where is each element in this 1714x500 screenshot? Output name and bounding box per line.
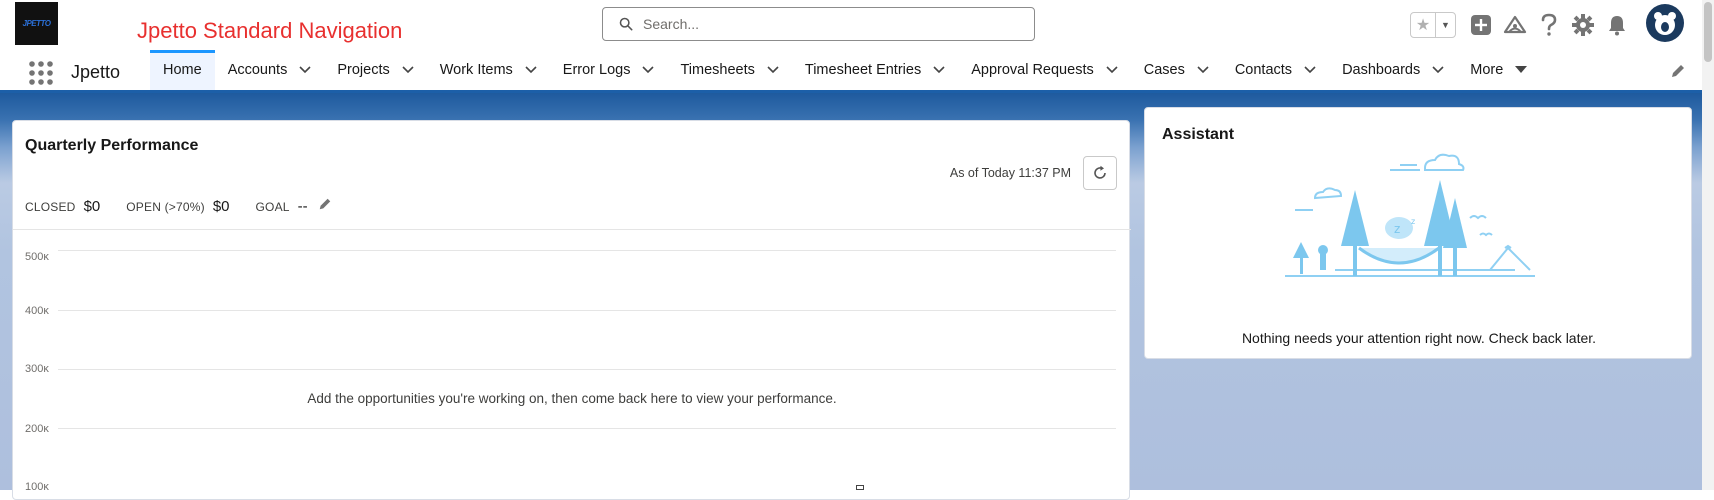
nav-tab-cases[interactable]: Cases [1131, 50, 1222, 90]
chevron-down-icon[interactable] [1197, 66, 1209, 74]
chevron-down-icon[interactable] [1106, 66, 1118, 74]
chevron-down-icon[interactable] [402, 66, 414, 74]
nav-tab-more[interactable]: More [1457, 50, 1540, 90]
card-title: Assistant [1162, 126, 1235, 143]
open-value: $0 [212, 198, 230, 215]
chevron-down-icon[interactable] [525, 66, 537, 74]
assistant-empty-message: Nothing needs your attention right now. … [1241, 330, 1597, 346]
caret-down-icon[interactable] [1515, 66, 1528, 74]
app-name: Jpetto [71, 62, 121, 82]
chevron-down-icon[interactable] [642, 66, 655, 74]
search-icon [619, 17, 633, 31]
gear-icon[interactable] [1570, 12, 1596, 38]
nav-tab-label: Dashboards [1342, 62, 1421, 78]
nav-tab-approval-requests[interactable]: Approval Requests [958, 50, 1131, 90]
nav-tab-label: Projects [337, 62, 390, 78]
card-title: Quarterly Performance [25, 137, 199, 154]
notifications-bell-icon[interactable] [1604, 12, 1630, 38]
nav-tab-label: Accounts [227, 62, 288, 78]
hammock-illustration: z z [1275, 150, 1545, 285]
chevron-down-icon[interactable] [1304, 66, 1316, 74]
y-tick-label: 400ĸ [25, 305, 49, 317]
quarterly-performance-card: Quarterly Performance As of Today 11:37 … [12, 120, 1131, 500]
gridline [58, 250, 1116, 251]
nav-tab-label: Error Logs [562, 62, 631, 78]
favorites-dropdown-icon[interactable]: ▼ [1435, 13, 1455, 37]
y-tick-label: 100ĸ [25, 481, 49, 493]
open-label: OPEN (>70%) [126, 200, 205, 214]
logo-text: JPETTO [22, 19, 51, 28]
y-tick-label: 500ĸ [25, 251, 49, 263]
chevron-down-icon[interactable] [1432, 66, 1444, 74]
nav-tab-label: Work Items [439, 62, 513, 78]
card-divider [13, 229, 1131, 230]
nav-tab-label: Contacts [1234, 62, 1293, 78]
help-icon[interactable] [1536, 12, 1562, 38]
nav-tab-label: Timesheets [680, 62, 755, 78]
svg-text:z: z [1394, 222, 1400, 236]
nav-tab-contacts[interactable]: Contacts [1222, 50, 1329, 90]
performance-metrics: CLOSED $0 OPEN (>70%) $0 GOAL -- [25, 197, 332, 215]
y-tick-label: 200ĸ [25, 423, 49, 435]
nav-tabs: Home Accounts Projects Work Items Error … [150, 50, 1540, 90]
assistant-card: Assistant z z Nothing needs your attenti… [1144, 107, 1692, 359]
global-search[interactable] [602, 7, 1035, 41]
refresh-button[interactable] [1083, 156, 1117, 190]
nav-tab-label: Home [163, 62, 202, 78]
search-input[interactable] [643, 16, 1003, 32]
chevron-down-icon[interactable] [767, 66, 779, 74]
nav-tab-error-logs[interactable]: Error Logs [550, 50, 668, 90]
svg-text:z: z [1411, 217, 1415, 226]
gridline [58, 369, 1116, 370]
refresh-icon [1094, 165, 1106, 179]
app-launcher-icon[interactable] [28, 60, 54, 86]
company-logo[interactable]: JPETTO [15, 2, 58, 45]
app-navigation-bar: Jpetto Home Accounts Projects Work Items… [0, 50, 1714, 93]
y-tick-label: 300ĸ [25, 363, 49, 375]
nav-tab-accounts[interactable]: Accounts [215, 50, 325, 90]
global-header: JPETTO Jpetto Standard Navigation ★ ▼ [0, 0, 1714, 50]
user-avatar[interactable] [1646, 4, 1684, 42]
nav-tab-projects[interactable]: Projects [324, 50, 426, 90]
chevron-down-icon[interactable] [933, 66, 945, 74]
performance-empty-message: Add the opportunities you're working on,… [307, 391, 837, 406]
nav-tab-home[interactable]: Home [150, 50, 215, 90]
edit-nav-pencil-icon[interactable] [1670, 63, 1686, 84]
edit-goal-pencil-icon[interactable] [318, 197, 332, 214]
nav-tab-label: More [1470, 62, 1504, 78]
goal-label: GOAL [255, 200, 290, 214]
gridline [58, 428, 1116, 429]
chevron-down-icon[interactable] [299, 66, 311, 74]
star-icon[interactable]: ★ [1411, 13, 1435, 37]
nav-tab-timesheet-entries[interactable]: Timesheet Entries [792, 50, 958, 90]
favorites-control[interactable]: ★ ▼ [1410, 12, 1456, 38]
trailhead-icon[interactable] [1502, 12, 1528, 38]
resize-handle[interactable] [856, 485, 864, 490]
global-actions-icon[interactable] [1468, 12, 1494, 38]
nav-tab-label: Cases [1143, 62, 1185, 78]
nav-tab-label: Approval Requests [971, 62, 1094, 78]
as-of-timestamp: As of Today 11:37 PM [949, 166, 1071, 180]
page-scrollbar[interactable] [1702, 0, 1714, 490]
scrollbar-thumb[interactable] [1704, 2, 1712, 62]
nav-tab-label: Timesheet Entries [804, 62, 922, 78]
nav-tab-work-items[interactable]: Work Items [427, 50, 550, 90]
closed-value: $0 [83, 198, 101, 215]
goal-value: -- [297, 198, 308, 215]
gridline [58, 310, 1116, 311]
nav-tab-timesheets[interactable]: Timesheets [667, 50, 791, 90]
closed-label: CLOSED [25, 200, 76, 214]
page-banner-title: Jpetto Standard Navigation [137, 18, 403, 43]
nav-tab-dashboards[interactable]: Dashboards [1329, 50, 1457, 90]
